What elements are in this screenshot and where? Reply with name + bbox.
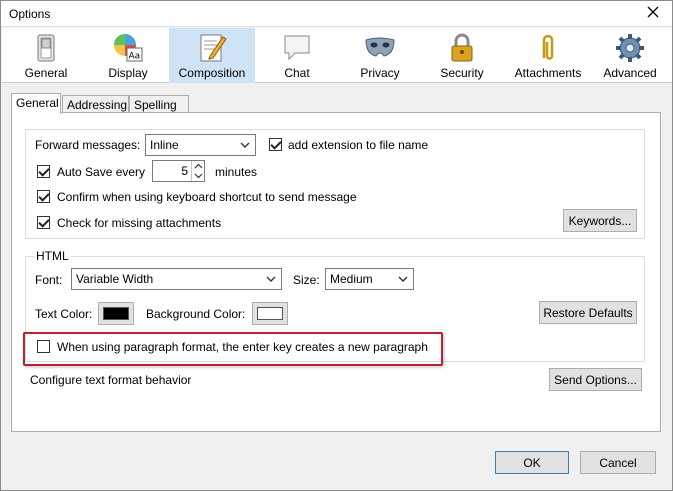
autosave-unit-label: minutes	[215, 165, 258, 179]
font-label: Font:	[35, 273, 63, 287]
toolbar-label: Composition	[178, 66, 246, 80]
forward-messages-select[interactable]: Inline	[145, 134, 256, 156]
autosave-minutes-stepper[interactable]: 5	[152, 160, 205, 182]
confirm-shortcut-label: Confirm when using keyboard shortcut to …	[57, 190, 357, 204]
ok-button[interactable]: OK	[495, 451, 569, 474]
toolbar-label: Display	[108, 66, 148, 80]
options-window: Options General Aa Display Composition C…	[0, 0, 673, 491]
toolbar-item-attachments[interactable]: Attachments	[506, 28, 590, 83]
check-missing-attachments-label: Check for missing attachments	[57, 216, 222, 230]
autosave-checkbox[interactable]	[37, 165, 50, 178]
padlock-icon	[451, 33, 473, 62]
chevron-up-icon	[194, 163, 203, 169]
size-value: Medium	[330, 272, 373, 286]
configure-format-label: Configure text format behavior	[30, 373, 192, 387]
toolbar-item-display[interactable]: Aa Display	[88, 28, 168, 83]
forward-messages-label: Forward messages:	[35, 138, 141, 152]
check-missing-attachments-checkbox[interactable]	[37, 216, 50, 229]
toolbar-label: Advanced	[603, 66, 657, 80]
html-group-label: HTML	[34, 249, 71, 263]
stepper-buttons[interactable]	[191, 161, 204, 181]
toolbar-item-advanced[interactable]: Advanced	[590, 28, 670, 83]
chat-bubble-icon	[284, 35, 310, 61]
tab-general[interactable]: General	[11, 93, 61, 114]
text-color-button[interactable]	[98, 302, 134, 325]
background-color-button[interactable]	[252, 302, 288, 325]
chevron-down-icon	[398, 276, 408, 282]
title-bar: Options	[1, 1, 672, 27]
background-color-label: Background Color:	[146, 307, 246, 321]
send-options-button[interactable]: Send Options...	[549, 368, 642, 391]
svg-text:Aa: Aa	[129, 52, 141, 62]
compose-icon	[200, 34, 227, 62]
toolbar-label: Privacy	[360, 66, 400, 80]
font-value: Variable Width	[76, 272, 154, 286]
toolbar-label: Attachments	[514, 66, 582, 80]
size-select[interactable]: Medium	[325, 268, 414, 290]
size-label: Size:	[293, 273, 320, 287]
close-icon	[647, 6, 659, 18]
switch-icon	[37, 34, 55, 62]
mask-icon	[365, 37, 395, 57]
chevron-down-icon	[240, 142, 250, 148]
toolbar-item-security[interactable]: Security	[422, 28, 502, 83]
toolbar-label: Chat	[284, 66, 310, 80]
autosave-minutes-value: 5	[181, 164, 188, 178]
add-extension-checkbox[interactable]	[269, 138, 282, 151]
text-color-swatch	[103, 307, 129, 320]
toolbar-label: General	[24, 66, 68, 80]
window-title: Options	[9, 7, 51, 21]
tab-spelling[interactable]: Spelling	[129, 95, 189, 113]
toolbar-item-privacy[interactable]: Privacy	[340, 28, 420, 83]
palette-icon: Aa	[114, 34, 143, 62]
confirm-shortcut-checkbox[interactable]	[37, 190, 50, 203]
toolbar-item-composition[interactable]: Composition	[169, 28, 255, 83]
text-color-label: Text Color:	[35, 307, 93, 321]
restore-defaults-button[interactable]: Restore Defaults	[539, 301, 637, 324]
gear-icon	[616, 34, 644, 62]
toolbar-item-chat[interactable]: Chat	[257, 28, 337, 83]
toolbar-item-general[interactable]: General	[6, 28, 86, 83]
add-extension-label: add extension to file name	[288, 138, 429, 152]
forward-messages-value: Inline	[150, 138, 179, 152]
chevron-down-icon	[266, 276, 276, 282]
chevron-down-icon	[194, 173, 203, 179]
category-toolbar: General Aa Display Composition Chat Priv…	[2, 28, 672, 83]
font-select[interactable]: Variable Width	[71, 268, 282, 290]
background-color-swatch	[257, 307, 283, 320]
keywords-button[interactable]: Keywords...	[563, 209, 637, 232]
close-button[interactable]	[638, 2, 668, 22]
annotation-highlight-box	[23, 332, 443, 366]
toolbar-label: Security	[440, 66, 484, 80]
tab-addressing[interactable]: Addressing	[62, 95, 129, 113]
cancel-button[interactable]: Cancel	[580, 451, 656, 474]
autosave-label: Auto Save every	[57, 165, 146, 179]
paperclip-icon	[542, 34, 554, 60]
